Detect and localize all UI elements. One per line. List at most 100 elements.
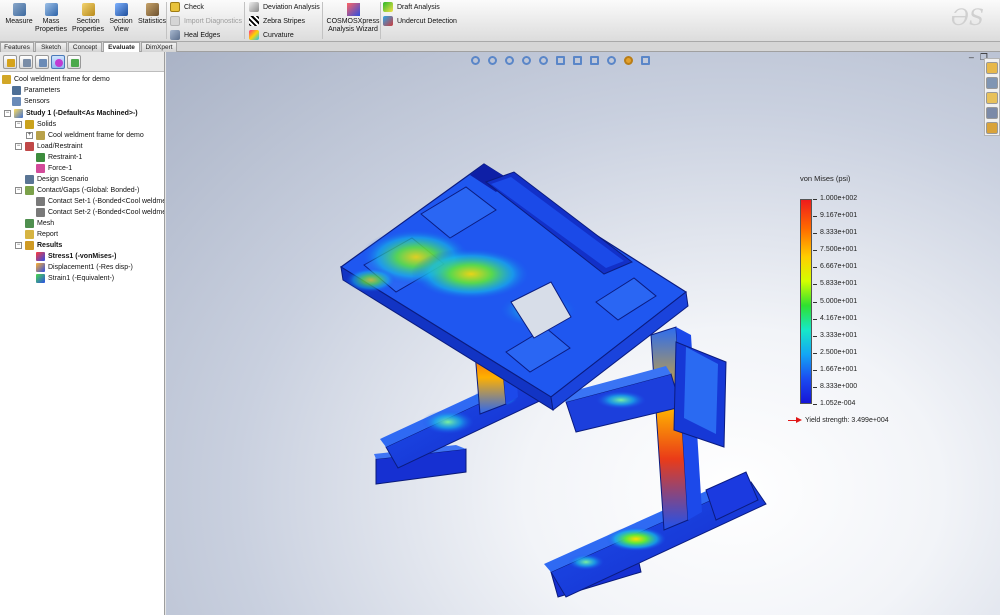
tree-item-force[interactable]: Force-1 [36, 163, 72, 174]
section-properties-icon [81, 3, 95, 16]
pan-button[interactable] [536, 54, 550, 67]
check-button[interactable]: Check [170, 1, 204, 13]
tree-item-mesh[interactable]: Mesh [25, 218, 54, 229]
simulation-manager-tab[interactable] [67, 55, 81, 69]
tree-item-sensors-label: Sensors [24, 98, 50, 105]
view-settings-button[interactable] [638, 54, 652, 67]
expand-toggle[interactable]: + [26, 132, 33, 139]
heal-edges-button[interactable]: Heal Edges [170, 29, 220, 41]
tree-item-parameters-label: Parameters [24, 87, 61, 94]
view-palette-tab[interactable] [986, 107, 998, 119]
statistics-label: Statistics [137, 18, 166, 25]
cosmosxpress-label-2: Analysis Wizard [328, 26, 378, 33]
minimize-button[interactable]: – [969, 52, 974, 63]
section-view-label-1: Section [109, 18, 133, 25]
tree-item-design-scenario-label: Design Scenario [37, 176, 89, 183]
mass-properties-button[interactable]: Mass Properties [32, 3, 70, 34]
collapse-toggle[interactable]: − [15, 143, 22, 150]
legend-value-label: 5.000e+001 [820, 297, 858, 305]
command-manager-ribbon: Measure Mass Properties Section Properti… [0, 0, 1000, 42]
import-diagnostics-button[interactable]: Import Diagnostics [170, 15, 242, 27]
tree-item-results[interactable]: Results [25, 240, 62, 251]
collapse-toggle[interactable]: − [4, 110, 11, 117]
display-style-button[interactable] [587, 54, 601, 67]
appearances-tab[interactable] [986, 122, 998, 134]
ribbon-separator [322, 2, 323, 39]
tree-item-force-label: Force-1 [48, 165, 73, 172]
feature-manager-tab[interactable] [3, 55, 17, 69]
tree-item-design-scenario[interactable]: Design Scenario [25, 174, 88, 185]
rotate-view-button[interactable] [519, 54, 533, 67]
legend-value-label: 6.667e+001 [820, 263, 858, 271]
tree-item-contact-set-1[interactable]: Contact Set-1 (-Bonded<Cool weldment [36, 196, 164, 207]
tree-item-solid-body[interactable]: Cool weldment frame for demo [36, 130, 144, 141]
design-library-tab[interactable] [986, 77, 998, 89]
configuration-manager-tab[interactable] [35, 55, 49, 69]
property-manager-tab[interactable] [19, 55, 33, 69]
tab-features[interactable]: Features [0, 42, 34, 52]
collapse-toggle[interactable]: − [15, 242, 22, 249]
yield-strength-marker: Yield strength: 3.499e+004 [788, 417, 889, 424]
statistics-icon [145, 3, 159, 16]
tree-item-sensors[interactable]: Sensors [12, 96, 50, 107]
tree-item-contact-gaps-label: Contact/Gaps (-Global: Bonded-) [37, 187, 140, 194]
import-diagnostics-icon [170, 16, 180, 26]
tree-item-contact-gaps[interactable]: Contact/Gaps (-Global: Bonded-) [25, 185, 139, 196]
tab-concept[interactable]: Concept [68, 42, 102, 52]
tree-item-load-restraint[interactable]: Load/Restraint [25, 141, 83, 152]
rotate-icon [521, 55, 531, 65]
solidworks-resources-tab[interactable] [986, 62, 998, 74]
tab-sketch[interactable]: Sketch [35, 42, 67, 52]
command-manager-tabs: Features Sketch Concept Evaluate DimXper… [0, 42, 1000, 52]
section-view-icon [555, 55, 565, 65]
cosmosxpress-analysis-wizard-button[interactable]: COSMOSXpress Analysis Wizard [326, 3, 380, 34]
legend-value-label: 3.333e+001 [820, 331, 858, 339]
configuration-icon [39, 59, 47, 67]
legend-value-label: 7.500e+001 [820, 246, 858, 254]
file-explorer-tab[interactable] [986, 92, 998, 104]
tree-item-strain[interactable]: Strain1 (-Equivalent-) [36, 273, 114, 284]
collapse-toggle[interactable]: − [15, 187, 22, 194]
manager-tabs-toolbar [0, 52, 164, 72]
legend-value-label: 8.333e+000 [820, 382, 858, 390]
tree-item-report[interactable]: Report [25, 229, 58, 240]
tree-item-report-label: Report [37, 231, 59, 238]
tree-item-restraint[interactable]: Restraint-1 [36, 152, 82, 163]
tab-evaluate[interactable]: Evaluate [103, 42, 140, 52]
deviation-analysis-button[interactable]: Deviation Analysis [249, 1, 320, 13]
draft-analysis-icon [383, 2, 393, 12]
tree-item-displacement[interactable]: Displacement1 (-Res disp-) [36, 262, 133, 273]
dimxpert-manager-tab[interactable] [51, 55, 65, 69]
legend-tick [813, 318, 817, 320]
tree-item-solids[interactable]: Solids [25, 119, 56, 130]
collapse-toggle[interactable]: − [15, 121, 22, 128]
tree-item-contact-set-2-label: Contact Set-2 (-Bonded<Cool weldment [48, 209, 164, 216]
draft-analysis-button[interactable]: Draft Analysis [383, 1, 440, 13]
graphics-viewport[interactable]: – ❐ von Mises (psi) 1.000e+002 9.167e+001… [166, 52, 1000, 615]
contact-set-icon [36, 197, 45, 206]
view-orientation-button[interactable] [570, 54, 584, 67]
section-properties-label-2: Properties [72, 26, 104, 33]
undercut-detection-button[interactable]: Undercut Detection [383, 15, 457, 27]
tree-root[interactable]: Cool weldment frame for demo [2, 74, 110, 85]
tab-dimxpert[interactable]: DimXpert [141, 42, 177, 52]
tree-item-parameters[interactable]: Parameters [12, 85, 60, 96]
apply-scene-button[interactable] [621, 54, 635, 67]
ribbon-separator [380, 2, 381, 39]
tree-item-mesh-label: Mesh [37, 220, 55, 227]
tree-item-contact-set-2[interactable]: Contact Set-2 (-Bonded<Cool weldment [36, 207, 164, 218]
hide-show-items-button[interactable] [604, 54, 618, 67]
tree-item-study[interactable]: Study 1 (-Default<As Machined>-) [14, 108, 138, 119]
zoom-to-area-icon [487, 55, 497, 65]
solids-icon [25, 120, 34, 129]
legend-tick [813, 335, 817, 337]
zebra-stripes-button[interactable]: Zebra Stripes [249, 15, 305, 27]
mass-properties-label-2: Properties [35, 26, 67, 33]
zoom-to-fit-button[interactable] [468, 54, 482, 67]
zoom-to-area-button[interactable] [485, 54, 499, 67]
curvature-button[interactable]: Curvature [249, 29, 294, 41]
section-view-button[interactable] [553, 54, 567, 67]
legend-tick [813, 386, 817, 388]
previous-view-button[interactable] [502, 54, 516, 67]
tree-item-stress[interactable]: Stress1 (-vonMises-) [36, 251, 116, 262]
